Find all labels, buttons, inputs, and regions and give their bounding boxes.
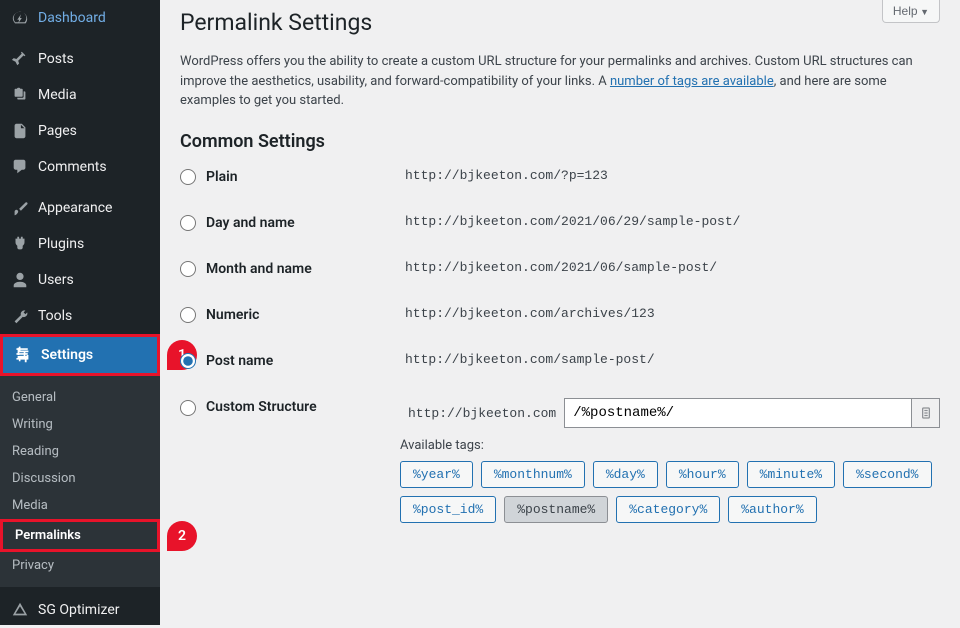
menu-label: Dashboard xyxy=(38,10,106,26)
custom-structure-input[interactable] xyxy=(564,398,912,428)
wrench-icon xyxy=(10,306,30,326)
option-post-name-label: Post name xyxy=(206,352,273,370)
menu-label: Appearance xyxy=(38,200,112,216)
main-content: Help Permalink Settings WordPress offers… xyxy=(160,0,960,625)
option-plain-row: Plain http://bjkeeton.com/?p=123 xyxy=(180,168,940,186)
sliders-icon xyxy=(13,345,33,365)
menu-sg-optimizer[interactable]: SG Optimizer xyxy=(0,592,160,628)
custom-input-wrap: http://bjkeeton.com xyxy=(400,398,940,428)
option-custom[interactable]: Custom Structure xyxy=(180,398,400,416)
tag-button[interactable]: %postname% xyxy=(504,496,608,523)
option-custom-label: Custom Structure xyxy=(206,398,317,416)
media-icon xyxy=(10,85,30,105)
option-post-name-row: Post name http://bjkeeton.com/sample-pos… xyxy=(180,352,940,370)
radio-day-name[interactable] xyxy=(180,215,196,231)
menu-posts[interactable]: Posts xyxy=(0,41,160,77)
section-heading: Common Settings xyxy=(180,131,940,152)
tag-button[interactable]: %hour% xyxy=(666,461,739,488)
user-icon xyxy=(10,270,30,290)
submenu-media[interactable]: Media xyxy=(0,492,160,519)
intro-text: WordPress offers you the ability to crea… xyxy=(180,52,940,111)
radio-custom[interactable] xyxy=(180,400,196,416)
radio-plain[interactable] xyxy=(180,169,196,185)
submenu-writing[interactable]: Writing xyxy=(0,411,160,438)
custom-base-url: http://bjkeeton.com xyxy=(400,400,564,427)
available-tags-label: Available tags: xyxy=(400,438,940,453)
plug-icon xyxy=(10,234,30,254)
option-day-name[interactable]: Day and name xyxy=(180,214,400,232)
page-icon xyxy=(10,121,30,141)
tag-button[interactable]: %minute% xyxy=(747,461,835,488)
optimizer-icon xyxy=(10,600,30,620)
option-post-name[interactable]: Post name xyxy=(180,352,400,370)
option-plain-example: http://bjkeeton.com/?p=123 xyxy=(400,165,613,185)
menu-appearance[interactable]: Appearance xyxy=(0,190,160,226)
radio-numeric[interactable] xyxy=(180,307,196,323)
option-day-name-example: http://bjkeeton.com/2021/06/29/sample-po… xyxy=(400,211,745,231)
tag-button[interactable]: %day% xyxy=(593,461,658,488)
menu-label: Pages xyxy=(38,123,77,139)
available-tags: %year% %monthnum% %day% %hour% %minute% %seco… xyxy=(400,461,940,523)
menu-comments[interactable]: Comments xyxy=(0,149,160,185)
menu-users[interactable]: Users xyxy=(0,262,160,298)
menu-settings[interactable]: Settings xyxy=(3,337,157,373)
option-numeric-row: Numeric http://bjkeeton.com/archives/123 xyxy=(180,306,940,324)
submenu-permalinks[interactable]: Permalinks xyxy=(3,522,157,549)
input-suffix-icon xyxy=(912,398,940,428)
help-button[interactable]: Help xyxy=(882,0,940,23)
settings-submenu: General Writing Reading Discussion Media… xyxy=(0,376,160,587)
tag-button[interactable]: %author% xyxy=(728,496,816,523)
menu-pages[interactable]: Pages xyxy=(0,113,160,149)
tag-button[interactable]: %year% xyxy=(400,461,473,488)
tag-button[interactable]: %second% xyxy=(843,461,931,488)
option-numeric[interactable]: Numeric xyxy=(180,306,400,324)
submenu-privacy[interactable]: Privacy xyxy=(0,552,160,579)
annotation-settings: Settings 1 xyxy=(0,334,160,376)
option-day-name-row: Day and name http://bjkeeton.com/2021/06… xyxy=(180,214,940,232)
option-numeric-example: http://bjkeeton.com/archives/123 xyxy=(400,303,660,323)
menu-label: Comments xyxy=(38,159,107,175)
submenu-discussion[interactable]: Discussion xyxy=(0,465,160,492)
menu-label: Media xyxy=(38,87,77,103)
menu-media[interactable]: Media xyxy=(0,77,160,113)
annotation-permalinks: Permalinks 2 xyxy=(0,519,160,552)
menu-plugins[interactable]: Plugins xyxy=(0,226,160,262)
submenu-reading[interactable]: Reading xyxy=(0,438,160,465)
menu-tools[interactable]: Tools xyxy=(0,298,160,334)
menu-label: Settings xyxy=(41,347,93,363)
menu-label: Tools xyxy=(38,308,72,324)
pin-icon xyxy=(10,49,30,69)
option-month-name[interactable]: Month and name xyxy=(180,260,400,278)
menu-label: SG Optimizer xyxy=(38,602,119,618)
option-month-name-label: Month and name xyxy=(206,260,312,278)
admin-sidebar: Dashboard Posts Media Pages Comments App… xyxy=(0,0,160,625)
dashboard-icon xyxy=(10,8,30,28)
option-plain[interactable]: Plain xyxy=(180,168,400,186)
option-numeric-label: Numeric xyxy=(206,306,259,324)
option-day-name-label: Day and name xyxy=(206,214,295,232)
option-custom-row: Custom Structure http://bjkeeton.com Ava… xyxy=(180,398,940,523)
intro-link[interactable]: number of tags are available xyxy=(610,74,774,89)
radio-post-name[interactable] xyxy=(180,353,196,369)
tag-button[interactable]: %monthnum% xyxy=(481,461,585,488)
option-month-name-row: Month and name http://bjkeeton.com/2021/… xyxy=(180,260,940,278)
menu-label: Users xyxy=(38,272,74,288)
page-title: Permalink Settings xyxy=(180,0,940,40)
menu-dashboard[interactable]: Dashboard xyxy=(0,0,160,36)
option-post-name-example: http://bjkeeton.com/sample-post/ xyxy=(400,349,660,369)
option-plain-label: Plain xyxy=(206,168,238,186)
brush-icon xyxy=(10,198,30,218)
tag-button[interactable]: %category% xyxy=(616,496,720,523)
tag-button[interactable]: %post_id% xyxy=(400,496,496,523)
radio-month-name[interactable] xyxy=(180,261,196,277)
menu-label: Posts xyxy=(38,51,74,67)
comments-icon xyxy=(10,157,30,177)
menu-label: Plugins xyxy=(38,236,84,252)
submenu-general[interactable]: General xyxy=(0,384,160,411)
option-month-name-example: http://bjkeeton.com/2021/06/sample-post/ xyxy=(400,257,722,277)
